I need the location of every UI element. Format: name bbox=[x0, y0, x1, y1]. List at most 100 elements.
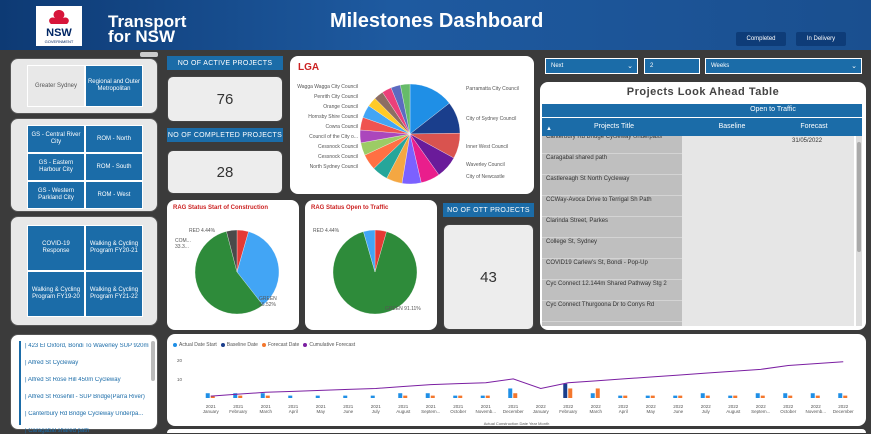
table-row[interactable]: COVID19 Carlew's St, Bondi - Pop-Up bbox=[542, 259, 682, 280]
active-projects-title: NO OF ACTIVE PROJECTS bbox=[167, 56, 283, 70]
x-tick-label: 2021 Novemb... bbox=[475, 404, 496, 414]
table-row[interactable]: Clarinda Street, Parkes bbox=[542, 217, 682, 238]
bar-actual[interactable] bbox=[205, 393, 210, 398]
bar-actual[interactable] bbox=[673, 395, 678, 398]
lga-label-left: Cowra Council bbox=[325, 124, 358, 130]
bar-actual[interactable] bbox=[590, 393, 595, 398]
completed-button[interactable]: Completed bbox=[736, 32, 786, 46]
bar-actual[interactable] bbox=[398, 393, 403, 398]
bar-forecast[interactable] bbox=[815, 395, 820, 398]
bar-forecast[interactable] bbox=[678, 395, 683, 398]
x-tick-label: 2021 July bbox=[370, 404, 381, 414]
in-delivery-button[interactable]: In Delivery bbox=[796, 32, 846, 46]
nav-covid-response[interactable]: COVID-19 Response bbox=[27, 225, 85, 271]
nav-rom-west[interactable]: ROM - West bbox=[85, 181, 143, 209]
bar-actual[interactable] bbox=[425, 393, 430, 398]
table-row[interactable]: Canterbury Rd Bridge Cycleway Underpass bbox=[542, 136, 682, 154]
bar-forecast[interactable] bbox=[705, 395, 710, 398]
table-row[interactable]: Cyc Connect Thurgoona Dr to Corrys Rd bbox=[542, 301, 682, 322]
x-tick-label: 2022 Novemb... bbox=[805, 404, 826, 414]
bar-forecast[interactable] bbox=[788, 395, 793, 398]
bar-actual[interactable] bbox=[783, 393, 788, 398]
bar-forecast[interactable] bbox=[403, 395, 408, 398]
bar-forecast[interactable] bbox=[733, 395, 738, 398]
cumulative-forecast-line[interactable] bbox=[210, 361, 844, 397]
table-row[interactable]: Castlereagh St North Cycleway bbox=[542, 175, 682, 196]
bar-actual[interactable] bbox=[838, 393, 843, 398]
bar-actual[interactable] bbox=[618, 395, 623, 398]
nav-rom-south[interactable]: ROM - South bbox=[85, 153, 143, 181]
lga-label-left: Hornsby Shire Council bbox=[308, 114, 358, 120]
bar-actual[interactable] bbox=[700, 393, 705, 398]
table-row[interactable]: College St, Sydney bbox=[542, 238, 682, 259]
more-options-icon[interactable] bbox=[140, 52, 158, 57]
period-select[interactable]: Next ⌄ bbox=[545, 58, 638, 74]
bar-actual[interactable] bbox=[370, 395, 375, 398]
nsw-logo: NSW GOVERNMENT bbox=[36, 6, 82, 46]
bar-actual[interactable] bbox=[480, 395, 485, 398]
nav-wcp-fy1920[interactable]: Walking & Cycling Program FY19-20 bbox=[27, 271, 85, 317]
lga-label-right: Inner West Council bbox=[466, 144, 509, 150]
bar-forecast[interactable] bbox=[595, 388, 600, 398]
list-item[interactable]: | Alfred St Cycleway bbox=[25, 360, 149, 366]
ott-projects-title: NO OF OTT PROJECTS bbox=[443, 203, 534, 217]
table-row[interactable]: CCWay-Avoca Drive to Terrigal Sh Path bbox=[542, 196, 682, 217]
bar-actual[interactable] bbox=[508, 388, 513, 398]
bar-actual[interactable] bbox=[563, 383, 568, 398]
sort-asc-icon[interactable]: ▲ bbox=[546, 126, 552, 132]
list-item[interactable]: | Caragabal shared path bbox=[25, 428, 149, 434]
bar-forecast[interactable] bbox=[513, 393, 518, 398]
unit-select[interactable]: Weeks ⌄ bbox=[705, 58, 862, 74]
rag-construction-label-green: GREEN 56.52% bbox=[259, 296, 277, 308]
bar-forecast[interactable] bbox=[650, 395, 655, 398]
table-row[interactable]: Cyc Connect 12.144m Shared Pathway Stg 2 bbox=[542, 280, 682, 301]
bar-forecast[interactable] bbox=[458, 395, 463, 398]
number-input[interactable]: 2 bbox=[644, 58, 700, 74]
nav-wcp-fy2021[interactable]: Walking & Cycling Program FY20-21 bbox=[85, 225, 143, 271]
bar-actual[interactable] bbox=[288, 395, 293, 398]
number-input-value: 2 bbox=[650, 63, 654, 69]
list-item[interactable]: | Alfred St Rosehill - SUP Bridge(Parra … bbox=[25, 394, 149, 400]
bar-actual[interactable] bbox=[810, 393, 815, 398]
bar-actual[interactable] bbox=[343, 395, 348, 398]
project-list-scrollbar[interactable] bbox=[151, 341, 155, 381]
rag-construction-label-red: RED 4.44% bbox=[189, 228, 216, 234]
bar-forecast[interactable] bbox=[430, 395, 435, 398]
bar-forecast[interactable] bbox=[843, 395, 848, 398]
lga-label-left: Orange Council bbox=[323, 104, 358, 110]
x-tick-label: 2021 April bbox=[288, 404, 299, 414]
bar-actual[interactable] bbox=[453, 395, 458, 398]
rag-construction-label-completed: COM... 33.3... bbox=[175, 238, 191, 250]
brand-text: Transport for NSW bbox=[108, 13, 186, 45]
bar-actual[interactable] bbox=[260, 393, 265, 398]
bar-actual[interactable] bbox=[728, 395, 733, 398]
completed-projects-title: NO OF COMPLETED PROJECTS bbox=[167, 128, 283, 142]
unit-select-value: Weeks bbox=[711, 63, 730, 69]
list-item[interactable]: | 423 El Oxford, Bondi To Waverley SUP 9… bbox=[25, 343, 149, 349]
bar-forecast[interactable] bbox=[238, 395, 243, 398]
col-forecast[interactable]: Forecast bbox=[774, 123, 854, 130]
nav-gs-eastern[interactable]: GS - Eastern Harbour City bbox=[27, 153, 85, 181]
list-item[interactable]: | Canterbury Rd Bridge Cycleway Underpa.… bbox=[25, 411, 149, 417]
bar-forecast[interactable] bbox=[568, 388, 573, 398]
nav-gs-central[interactable]: GS - Central River City bbox=[27, 125, 85, 153]
col-baseline[interactable]: Baseline bbox=[692, 123, 772, 130]
bar-forecast[interactable] bbox=[760, 395, 765, 398]
lookahead-panel: Projects Look Ahead Table Open to Traffi… bbox=[540, 82, 866, 330]
bar-actual[interactable] bbox=[645, 395, 650, 398]
nav-gs-western[interactable]: GS - Western Parkland City bbox=[27, 181, 85, 209]
bar-forecast[interactable] bbox=[265, 395, 270, 398]
nav-rom-north[interactable]: ROM - North bbox=[85, 125, 143, 153]
bar-forecast[interactable] bbox=[623, 395, 628, 398]
nav-greater-sydney[interactable]: Greater Sydney bbox=[27, 65, 85, 107]
x-tick-label: 2021 January bbox=[202, 404, 219, 414]
lookahead-scrollbar[interactable] bbox=[856, 136, 862, 326]
list-item[interactable]: | Alfred St Rose Hill 450m Cycleway bbox=[25, 377, 149, 383]
nav-regional-outer[interactable]: Regional and Outer Metropolitan bbox=[85, 65, 143, 107]
table-row[interactable]: Caragabal shared path bbox=[542, 154, 682, 175]
nav-wcp-fy2122[interactable]: Walking & Cycling Program FY21-22 bbox=[85, 271, 143, 317]
bar-actual[interactable] bbox=[315, 395, 320, 398]
bar-actual[interactable] bbox=[755, 393, 760, 398]
bar-forecast[interactable] bbox=[485, 395, 490, 398]
col-projects-title[interactable]: Projects Title bbox=[546, 123, 682, 130]
